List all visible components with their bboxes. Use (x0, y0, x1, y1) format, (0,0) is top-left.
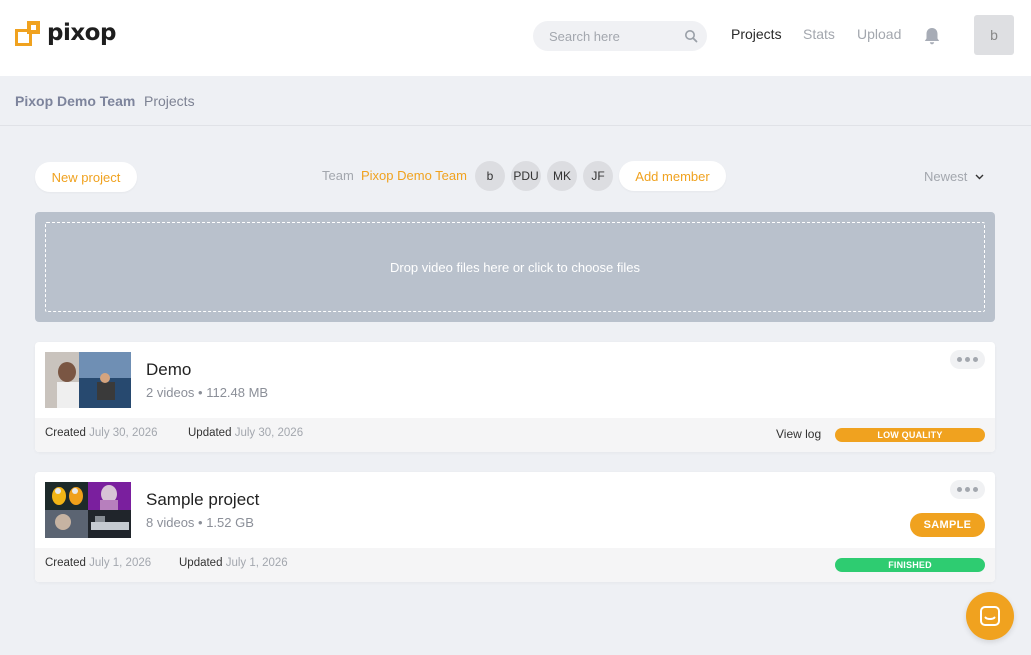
updated-info: Updated July 1, 2026 (179, 557, 288, 569)
nav-upload[interactable]: Upload (857, 26, 901, 42)
logo[interactable]: pixop (15, 20, 116, 46)
breadcrumb-team[interactable]: Pixop Demo Team (15, 93, 135, 109)
thumbnail-image (45, 482, 131, 538)
project-card-footer: Created July 30, 2026 Updated July 30, 2… (35, 418, 995, 452)
user-avatar[interactable]: b (974, 15, 1014, 55)
more-dots-icon[interactable] (950, 480, 985, 499)
updated-label: Updated (188, 427, 232, 439)
project-card[interactable]: Sample project 8 videos • 1.52 GB SAMPLE… (35, 472, 995, 582)
add-member-button[interactable]: Add member (619, 161, 726, 191)
project-card-body: Demo 2 videos • 112.48 MB (35, 342, 995, 418)
created-date: July 30, 2026 (89, 427, 158, 439)
member-avatar[interactable]: PDU (511, 161, 541, 191)
updated-label: Updated (179, 557, 223, 569)
sort-dropdown[interactable]: Newest (924, 169, 984, 184)
project-thumbnail[interactable] (45, 352, 131, 408)
updated-info: Updated July 30, 2026 (188, 427, 303, 439)
project-card-footer: Created July 1, 2026 Updated July 1, 202… (35, 548, 995, 582)
updated-date: July 1, 2026 (225, 557, 288, 569)
dot (957, 357, 962, 362)
member-avatar[interactable]: b (475, 161, 505, 191)
created-date: July 1, 2026 (89, 557, 152, 569)
team-label: Team (322, 168, 354, 183)
breadcrumb: Pixop Demo Team Projects (0, 76, 1031, 126)
status-badge: LOW QUALITY (835, 428, 985, 442)
nav-projects[interactable]: Projects (731, 26, 782, 42)
created-info: Created July 1, 2026 (45, 557, 151, 569)
chevron-down-icon (975, 174, 984, 179)
file-dropzone[interactable]: Drop video files here or click to choose… (35, 212, 995, 322)
project-title[interactable]: Sample project (146, 490, 259, 510)
dropzone-border: Drop video files here or click to choose… (45, 222, 985, 312)
dot (973, 487, 978, 492)
bell-icon[interactable] (922, 26, 942, 46)
logo-text: pixop (47, 20, 116, 46)
created-label: Created (45, 557, 86, 569)
sample-badge: SAMPLE (910, 513, 985, 537)
status-badge: FINISHED (835, 558, 985, 572)
breadcrumb-projects[interactable]: Projects (144, 93, 195, 109)
project-card-body: Sample project 8 videos • 1.52 GB SAMPLE (35, 472, 995, 548)
dot (973, 357, 978, 362)
created-info: Created July 30, 2026 (45, 427, 158, 439)
dot (965, 357, 970, 362)
dropzone-text: Drop video files here or click to choose… (389, 259, 640, 275)
sort-label: Newest (924, 169, 968, 184)
team-name-link[interactable]: Pixop Demo Team (361, 168, 467, 183)
chat-icon (980, 606, 1000, 626)
view-log-link[interactable]: View log (776, 427, 821, 441)
pixop-logo-icon (15, 21, 40, 46)
new-project-button[interactable]: New project (35, 162, 137, 192)
project-meta: 8 videos • 1.52 GB (146, 515, 254, 530)
member-avatar[interactable]: MK (547, 161, 577, 191)
search-icon[interactable] (684, 29, 698, 43)
dot (957, 487, 962, 492)
project-card[interactable]: Demo 2 videos • 112.48 MB Created July 3… (35, 342, 995, 452)
dot (965, 487, 970, 492)
project-meta: 2 videos • 112.48 MB (146, 385, 269, 400)
nav-stats[interactable]: Stats (803, 26, 835, 42)
search-box (533, 21, 707, 51)
search-input[interactable] (533, 21, 707, 51)
member-avatar[interactable]: JF (583, 161, 613, 191)
updated-date: July 30, 2026 (234, 427, 304, 439)
project-title[interactable]: Demo (146, 360, 191, 380)
top-bar: pixop Projects Stats Upload b (0, 0, 1031, 76)
created-label: Created (45, 427, 86, 439)
chat-launcher-button[interactable] (966, 592, 1014, 640)
project-thumbnail[interactable] (45, 482, 131, 538)
thumbnail-image (45, 352, 131, 408)
more-dots-icon[interactable] (950, 350, 985, 369)
